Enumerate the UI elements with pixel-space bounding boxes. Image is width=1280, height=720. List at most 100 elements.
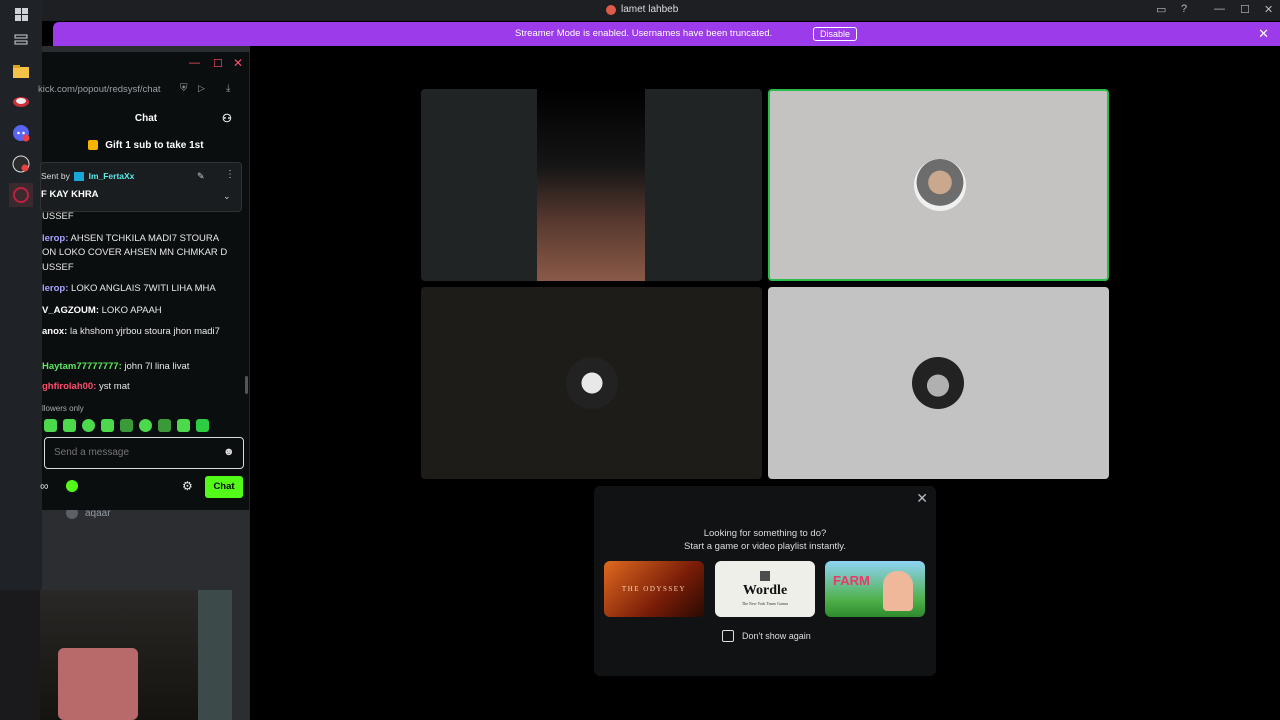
video-tile-speaking[interactable]	[768, 89, 1109, 281]
video-tile[interactable]	[421, 287, 762, 479]
chevron-down-icon[interactable]: ⌄	[223, 191, 231, 202]
emote-bar	[44, 419, 209, 432]
badge-icon	[74, 172, 85, 182]
activity-card-odyssey[interactable]: THE ODYSSEY	[604, 561, 704, 617]
emote-icon[interactable]	[82, 419, 95, 432]
shield-icon[interactable]: ⛨	[180, 83, 188, 94]
card-title: FARM	[833, 573, 870, 588]
chat-message: anox: la khshom yjrbou stoura jhon madi7	[42, 326, 220, 337]
gift-sub-banner[interactable]: Gift 1 sub to take 1st	[42, 136, 250, 156]
user-avatar	[566, 357, 618, 409]
chat-header: Chat ⚇	[42, 108, 250, 130]
chat-username[interactable]: V_AGZOUM:	[42, 305, 99, 316]
gift-text: Gift 1 sub to take 1st	[105, 140, 204, 151]
camera-preview	[0, 590, 232, 720]
dont-show-again[interactable]: Don't show again	[722, 630, 811, 642]
pin-icon[interactable]: ✎	[197, 171, 205, 182]
popout-close-icon[interactable]: ✕	[233, 56, 243, 70]
chat-message: ON LOKO COVER AHSEN MN CHMKAR D	[42, 247, 228, 258]
activity-line1: Looking for something to do?	[703, 528, 827, 539]
maximize-icon[interactable]: ☐	[1240, 3, 1250, 16]
message-input-box[interactable]: ☻	[44, 437, 244, 469]
emote-icon[interactable]	[63, 419, 76, 432]
farm-character	[883, 571, 913, 611]
camera-door	[198, 590, 232, 720]
activity-card-farm[interactable]: FARM	[825, 561, 925, 617]
browser-icon[interactable]	[9, 90, 33, 114]
pinned-by: Sent by Im_FertaXx	[41, 171, 135, 182]
discord-icon[interactable]	[9, 121, 33, 145]
popout-window-bar: — ☐ ✕	[42, 52, 250, 78]
app-icon[interactable]	[9, 183, 33, 207]
pinned-by-prefix: Sent by	[41, 171, 70, 181]
emote-icon[interactable]	[101, 419, 114, 432]
pinned-text: F KAY KHRA	[41, 189, 99, 200]
chat-username[interactable]: ghfirolah00:	[42, 381, 96, 392]
chat-message: USSEF	[42, 261, 74, 273]
url-bar[interactable]: kick.com/popout/redsysf/chat ⛨ ▷ ⤓	[38, 79, 250, 99]
message-input[interactable]	[54, 447, 214, 458]
chat-username[interactable]: lerop:	[42, 233, 68, 244]
close-window-icon[interactable]: ✕	[1264, 3, 1273, 16]
emote-icon[interactable]	[139, 419, 152, 432]
banner-message: Streamer Mode is enabled. Usernames have…	[515, 28, 773, 39]
pinned-by-user: Im_FertaXx	[88, 171, 135, 181]
gift-icon	[88, 140, 99, 151]
popout-maximize-icon[interactable]: ☐	[213, 57, 223, 70]
emoji-icon[interactable]: ☻	[223, 446, 235, 458]
camera-chair	[58, 648, 138, 720]
chat-send-button[interactable]: Chat	[205, 476, 243, 498]
card-title: THE ODYSSEY	[621, 585, 687, 593]
file-explorer-icon[interactable]	[9, 59, 33, 83]
task-view-icon[interactable]	[9, 28, 33, 52]
chat-messages: USSEF lerop: AHSEN TCHKILA MADI7 STOURA …	[42, 210, 248, 395]
kick-points-icon[interactable]	[66, 480, 78, 492]
chat-username[interactable]: Haytam77777777:	[42, 361, 122, 372]
play-icon[interactable]: ▷	[198, 83, 205, 94]
chat-username[interactable]: anox:	[42, 326, 67, 337]
user-avatar	[914, 159, 966, 211]
followers-only-label: llowers only	[42, 404, 84, 413]
emote-icon[interactable]	[44, 419, 57, 432]
dont-show-checkbox[interactable]	[722, 630, 734, 642]
activity-suggestion-popup: ✕ Looking for something to do? Start a g…	[594, 486, 936, 676]
emote-icon[interactable]	[177, 419, 190, 432]
chat-scrollbar[interactable]	[245, 376, 248, 394]
users-icon[interactable]: ⚇	[222, 108, 232, 130]
download-icon[interactable]: ⤓	[226, 83, 230, 94]
dont-show-label: Don't show again	[742, 631, 811, 641]
chat-message: lerop: AHSEN TCHKILA MADI7 STOURA	[42, 232, 220, 244]
close-banner-icon[interactable]: ✕	[1258, 26, 1269, 42]
minimize-icon[interactable]: —	[1214, 3, 1225, 15]
chat-message: Haytam77777777: john 7l lina livat	[42, 360, 190, 372]
pinned-message[interactable]: Sent by Im_FertaXx ✎ ⋮ F KAY KHRA ⌄	[40, 162, 242, 212]
card-title: Wordle	[742, 583, 788, 598]
server-icon	[606, 4, 616, 15]
more-options-icon[interactable]: ⋮	[225, 169, 235, 180]
wordle-grid-icon	[760, 571, 770, 581]
chat-message: lerop: LOKO ANGLAIS 7WITI LIHA MHA	[42, 283, 216, 294]
video-tile[interactable]	[421, 89, 762, 281]
close-popup-icon[interactable]: ✕	[916, 490, 928, 507]
inbox-icon[interactable]: ▭	[1156, 3, 1166, 16]
emote-icon[interactable]	[120, 419, 133, 432]
chat-header-title: Chat	[134, 113, 158, 124]
chat-username[interactable]: lerop:	[42, 283, 68, 294]
settings-gear-icon[interactable]: ⚙	[182, 479, 193, 493]
chat-message: USSEF	[42, 211, 74, 222]
windows-start-icon[interactable]	[9, 2, 33, 26]
chat-message: ghfirolah00: yst mat	[42, 381, 130, 392]
disable-button[interactable]: Disable	[813, 27, 858, 41]
emote-icon[interactable]	[158, 419, 171, 432]
activity-line2: Start a game or video playlist instantly…	[684, 541, 846, 552]
chat-message: V_AGZOUM: LOKO APAAH	[42, 304, 162, 316]
obs-icon[interactable]	[9, 152, 33, 176]
video-tile[interactable]	[768, 287, 1109, 479]
help-icon[interactable]: ?	[1181, 3, 1187, 15]
camera-feed	[537, 89, 645, 281]
window-title-text: lamet lahbeb	[621, 4, 679, 15]
popout-minimize-icon[interactable]: —	[189, 57, 200, 69]
emote-icon[interactable]	[196, 419, 209, 432]
activity-card-wordle[interactable]: Wordle The New York Times Games	[715, 561, 815, 617]
infinity-icon[interactable]: ∞	[40, 479, 49, 493]
